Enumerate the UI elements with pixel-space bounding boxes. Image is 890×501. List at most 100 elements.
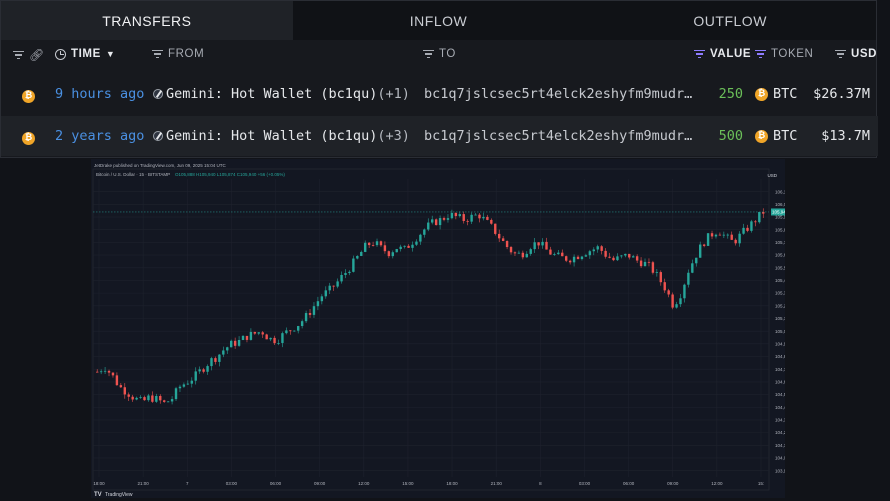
filter-icon[interactable] [694,49,705,59]
candle-body [379,241,383,246]
candle-body [738,233,741,244]
candle-body [163,400,166,402]
token-cell[interactable]: ₿ BTC [755,128,797,144]
y-tick-label: 103,900 [775,468,785,473]
candle-body [281,333,284,343]
candle-body [482,216,485,219]
candle-body [123,387,126,395]
candle-body [442,218,446,220]
filter-icon[interactable] [835,49,846,59]
candle-body [198,369,201,372]
candle-body [174,388,178,400]
from-entity[interactable]: Gemini: Hot Wallet (bc1qu)(+3) [153,128,410,144]
candle-body [706,233,710,246]
candle-body [541,241,544,246]
token-cell[interactable]: ₿ BTC [755,86,797,102]
candle-body [501,238,505,242]
table-row[interactable]: ₿ 9 hours ago Gemini: Hot Wallet (bc1qu)… [1,74,878,114]
from-column-header[interactable]: FROM [152,48,204,60]
candle-body [328,285,331,291]
candle-body [616,256,619,261]
candle-body [371,245,375,246]
candle-body [340,274,343,282]
candle-body [139,397,142,398]
y-tick-label: 104,100 [775,443,785,448]
candle-body [265,334,268,340]
time-link[interactable]: 2 years ago [55,128,144,144]
candle-body [233,340,237,346]
ohlc-readout: O105,888 H105,940 L105,874 C105,940 +56 … [175,172,285,177]
x-tick-label: 12:00 [711,481,723,486]
candle-body [588,251,592,256]
candle-body [293,330,296,332]
y-tick-label: 104,700 [775,367,785,372]
filter-icon[interactable] [423,49,434,59]
candle-body [403,245,406,247]
candle-body [505,241,509,248]
candle-body [249,331,253,340]
candle-body [423,229,426,235]
candle-body [513,252,517,254]
tradingview-brand: TradingView [105,492,133,498]
time-column-header[interactable]: TIME ▼ [55,48,115,60]
to-address[interactable]: bc1q7jslcsec5rt4elck2eshyfm9mudr… [424,128,692,144]
filter-icon[interactable] [755,49,766,59]
x-tick-label: 03:00 [579,481,591,486]
candle-body [237,339,241,346]
y-tick-label: 104,900 [775,341,785,346]
candle-body [466,220,469,222]
from-entity[interactable]: Gemini: Hot Wallet (bc1qu)(+1) [153,86,410,102]
usd-cell: $26.37M [813,86,870,102]
candle-body [202,369,205,372]
candle-body [194,371,197,381]
candle-body [352,258,355,272]
candle-body [608,256,611,258]
clock-icon [55,48,66,60]
token-column-header[interactable]: TOKEN [755,48,813,60]
candle-body [159,395,162,401]
candle-body [277,342,280,344]
candle-body [687,272,690,285]
candle-body [344,273,347,275]
candle-body [470,214,473,222]
candle-body [592,249,595,252]
tab-inflow[interactable]: INFLOW [292,1,585,40]
filter-icon[interactable] [152,49,163,59]
y-tick-label: 104,600 [775,379,785,384]
candle-body [635,256,639,261]
candle-body [450,212,454,219]
candle-body [517,252,521,254]
tab-bar: TRANSFERS INFLOW OUTFLOW [1,1,877,40]
value-column-header[interactable]: VALUE [694,48,751,60]
tab-transfers[interactable]: TRANSFERS [1,1,293,40]
candle-body [143,397,146,401]
tradingview-logo-icon: TV [94,492,102,498]
bitcoin-icon: ₿ [755,129,768,143]
candle-body [434,219,438,226]
candle-body [155,395,158,402]
time-link[interactable]: 9 hours ago [55,86,144,102]
candle-body [683,284,686,299]
y-tick-label: 105,700 [775,240,785,245]
candle-body [308,313,312,315]
candle-body [565,256,568,261]
to-address[interactable]: bc1q7jslcsec5rt4elck2eshyfm9mudr… [424,86,692,102]
candle-body [754,221,757,223]
currency-label: USD [767,173,777,178]
y-tick-label: 105,000 [775,329,785,334]
candle-body [663,282,666,291]
link-icon[interactable]: 🔗︎ [29,48,45,62]
usd-column-header[interactable]: USD [835,48,877,60]
tab-outflow[interactable]: OUTFLOW [584,1,877,40]
candle-body [253,331,257,334]
to-column-header[interactable]: TO [423,48,456,60]
filter-icon[interactable] [13,50,24,60]
bitcoin-icon: ₿ [755,87,768,101]
y-tick-label: 104,400 [775,405,785,410]
candle-body [651,262,655,273]
candle-body [170,399,174,402]
from-extra-count: (+3) [377,128,410,144]
y-tick-label: 105,800 [775,227,785,232]
table-row[interactable]: ₿ 2 years ago Gemini: Hot Wallet (bc1qu)… [1,116,878,156]
candle-body [695,257,698,264]
